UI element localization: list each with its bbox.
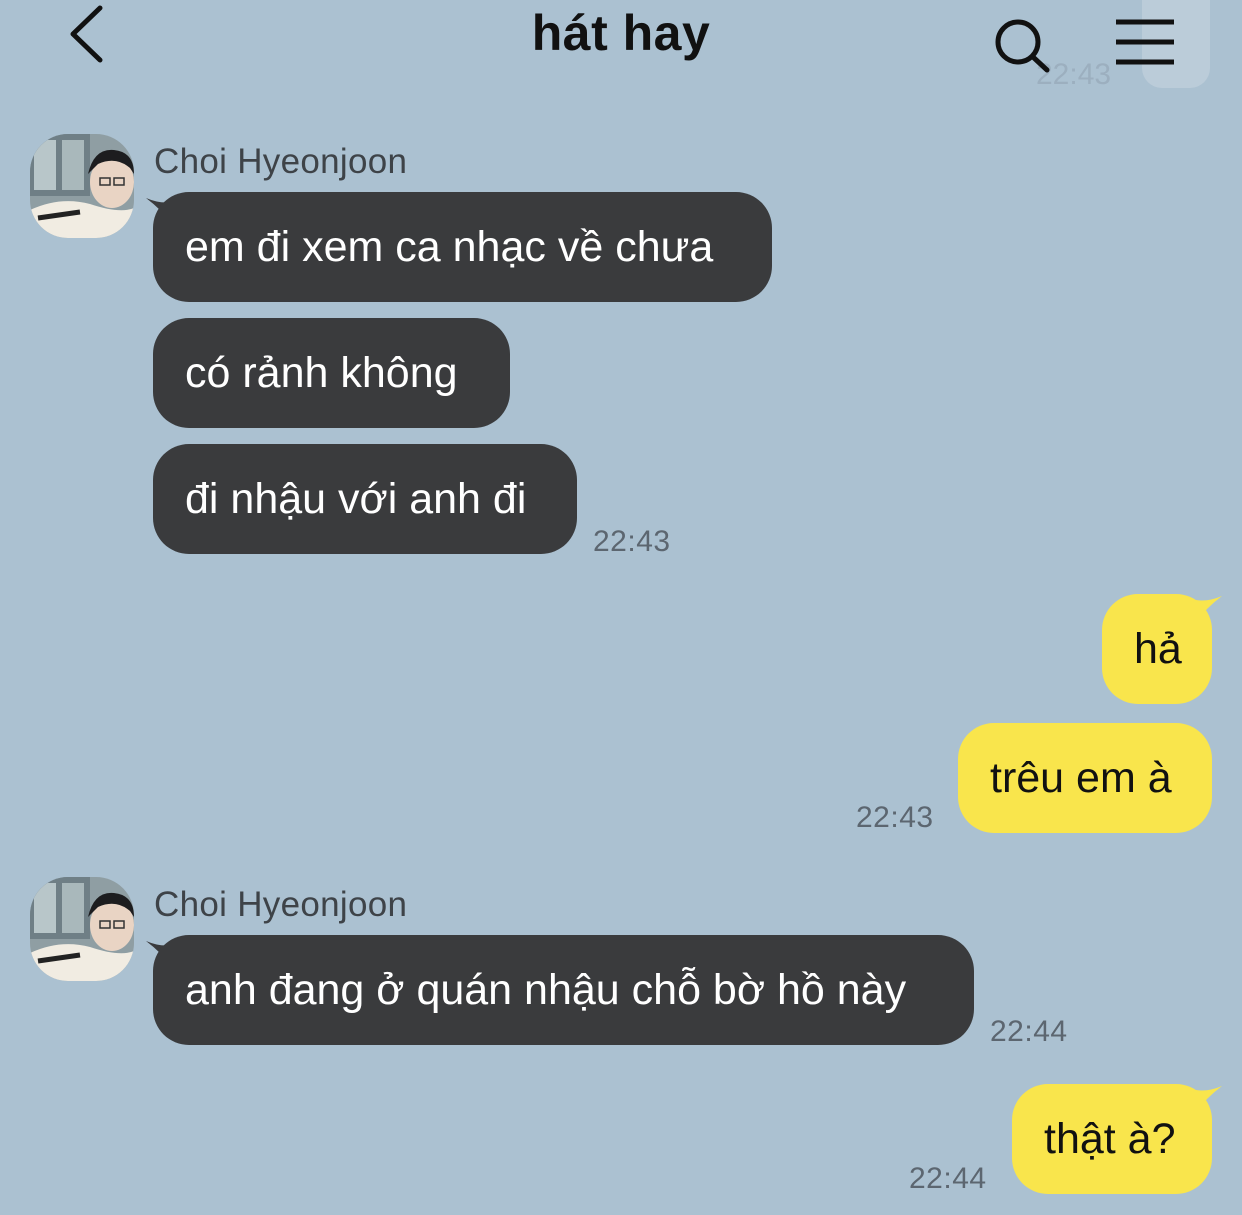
profile-photo-icon (30, 877, 134, 981)
message-timestamp: 22:44 (990, 1015, 1068, 1048)
message-bubble[interactable]: trêu em à (958, 723, 1212, 833)
message-timestamp: 22:44 (909, 1162, 987, 1195)
menu-button[interactable] (1110, 12, 1180, 72)
message-bubble[interactable]: đi nhậu với anh đi (153, 444, 577, 554)
hamburger-menu-icon (1116, 19, 1174, 65)
chat-header: 22:43 hát hay (0, 0, 1242, 91)
message-bubble[interactable]: anh đang ở quán nhậu chỗ bờ hồ này (153, 935, 974, 1045)
message-bubble[interactable]: có rảnh không (153, 318, 510, 428)
message-bubble[interactable]: thật à? (1012, 1084, 1212, 1194)
message-bubble[interactable]: em đi xem ca nhạc về chưa (153, 192, 772, 302)
search-button[interactable] (990, 14, 1056, 80)
avatar[interactable] (30, 134, 134, 238)
sender-name: Choi Hyeonjoon (154, 142, 408, 181)
avatar[interactable] (30, 877, 134, 981)
profile-photo-icon (30, 134, 134, 238)
message-bubble[interactable]: hả (1102, 594, 1212, 704)
message-timestamp: 22:43 (856, 801, 934, 834)
sender-name: Choi Hyeonjoon (154, 885, 408, 924)
message-timestamp: 22:43 (593, 525, 671, 558)
search-icon (995, 19, 1050, 73)
